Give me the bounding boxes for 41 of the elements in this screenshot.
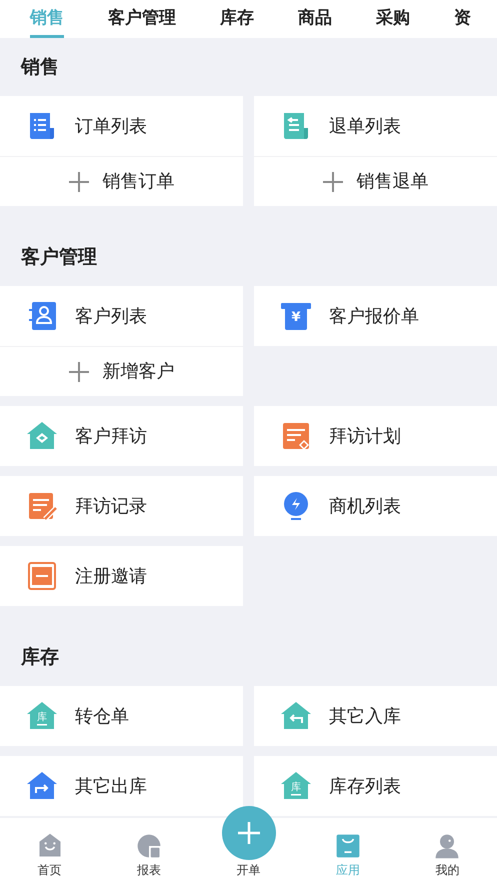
tab[interactable]: 库存 <box>220 0 254 38</box>
tab[interactable]: 资 <box>454 0 471 38</box>
frame-icon <box>26 560 58 592</box>
note-pencil-icon <box>26 490 58 522</box>
add-button[interactable]: 销售退单 <box>254 156 497 206</box>
add-icon <box>68 362 88 382</box>
person-icon <box>433 832 462 860</box>
menu-item[interactable]: 其它出库 <box>0 756 243 816</box>
add-icon <box>68 172 88 192</box>
warehouse-icon: 库 <box>280 770 312 802</box>
menu-item[interactable]: 其它入库 <box>254 686 497 746</box>
section-title: 库存 <box>20 644 60 670</box>
section-title: 销售 <box>19 54 60 80</box>
bag-icon <box>334 832 362 860</box>
menu-item[interactable]: 退单列表 <box>254 96 497 156</box>
menu-item[interactable]: 订单列表 <box>0 96 243 156</box>
nav-item[interactable]: 我的 <box>398 818 497 883</box>
add-button[interactable]: 销售订单 <box>0 156 243 206</box>
warehouse-icon: 库 <box>26 700 58 732</box>
menu-item[interactable]: 客户拜访 <box>0 406 243 466</box>
tab[interactable]: 客户管理 <box>108 0 176 38</box>
house-icon <box>26 420 58 452</box>
menu-item[interactable]: 拜访计划 <box>254 406 497 466</box>
section-title: 客户管理 <box>20 244 98 270</box>
add-icon <box>322 172 342 192</box>
menu-item[interactable]: 库 转仓单 <box>0 686 243 746</box>
tab[interactable]: 采购 <box>376 0 410 38</box>
menu-item[interactable]: 拜访记录 <box>0 476 243 536</box>
plan-document-icon <box>280 420 312 452</box>
nav-item[interactable]: 报表 <box>99 818 199 883</box>
add-button[interactable]: 新增客户 <box>0 346 243 396</box>
menu-item[interactable]: 注册邀请 <box>0 546 243 606</box>
nav-item[interactable]: 首页 <box>0 818 100 883</box>
menu-item[interactable]: 客户列表 <box>0 286 243 346</box>
chart-icon <box>135 832 164 860</box>
menu-item[interactable]: ¥ 客户报价单 <box>254 286 497 346</box>
menu-item[interactable]: 商机列表 <box>254 476 497 536</box>
contact-card-icon <box>26 300 58 332</box>
tab[interactable]: 商品 <box>298 0 332 38</box>
house-arrow-icon <box>280 700 312 732</box>
house-arrow-icon <box>26 770 58 802</box>
